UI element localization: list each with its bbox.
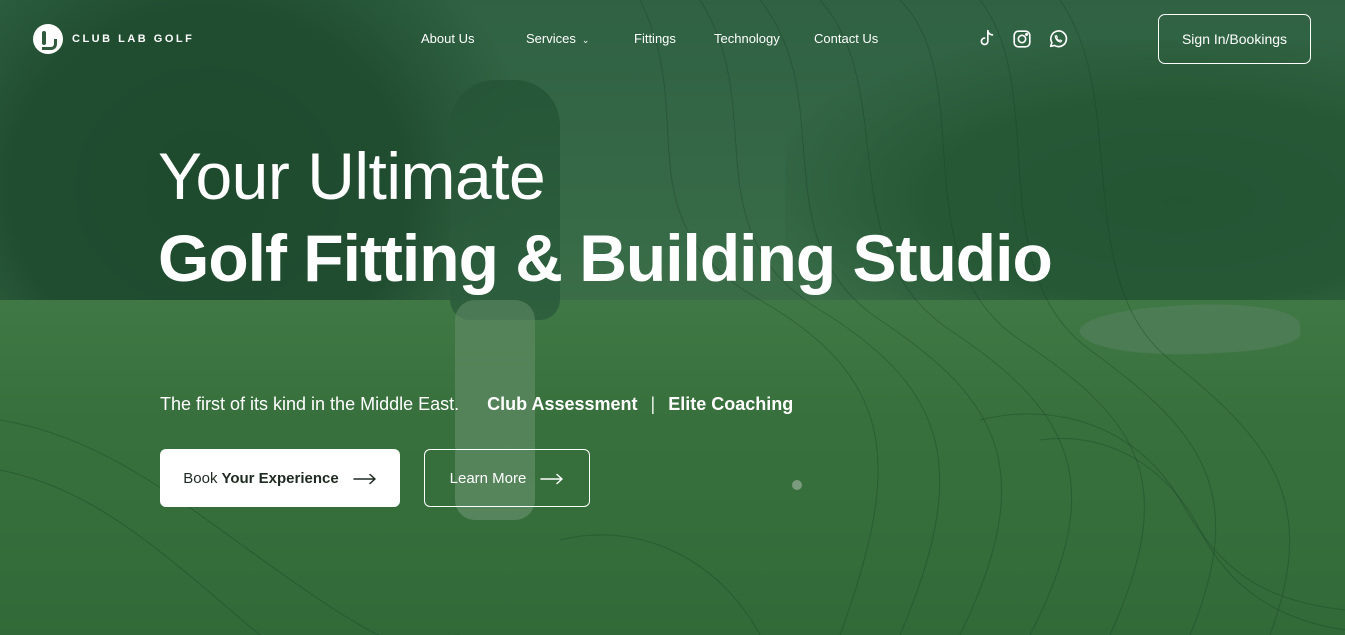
hero-title-line-1: Your Ultimate <box>158 139 546 213</box>
topographic-contour-lines <box>0 0 1345 635</box>
nav-services-label: Services <box>526 31 576 46</box>
nav-services[interactable]: Services ⌄ <box>526 31 589 46</box>
whatsapp-icon[interactable] <box>1047 28 1069 50</box>
nav-technology[interactable]: Technology <box>714 31 780 46</box>
main-nav: About Us Services ⌄ Fittings Technology C… <box>0 31 1345 49</box>
nav-contact-us[interactable]: Contact Us <box>814 31 878 46</box>
book-your-experience-button[interactable]: Book Your Experience <box>160 449 400 507</box>
highlight-elite-coaching: Elite Coaching <box>668 394 794 414</box>
cta-secondary-label: Learn More <box>449 469 527 487</box>
hero-title-line-2: Golf Fitting & Building Studio <box>158 221 1053 295</box>
cta-primary-bold: Your Experience <box>221 469 339 487</box>
tiktok-icon[interactable] <box>975 28 997 50</box>
chevron-down-icon: ⌄ <box>581 35 590 45</box>
tagline-text: The first of its kind in the Middle East… <box>160 394 460 414</box>
hero-tagline: The first of its kind in the Middle East… <box>160 394 793 415</box>
hero-section: CLUB LAB GOLF About Us Services ⌄ Fitting… <box>0 0 1345 635</box>
sign-in-bookings-button[interactable]: Sign In/Bookings <box>1158 14 1311 64</box>
cta-primary-prefix: Book <box>183 469 218 487</box>
arrow-right-icon <box>352 472 377 485</box>
site-header: CLUB LAB GOLF About Us Services ⌄ Fitting… <box>0 0 1345 80</box>
learn-more-button[interactable]: Learn More <box>424 449 590 507</box>
instagram-icon[interactable] <box>1011 28 1033 50</box>
highlight-club-assessment: Club Assessment <box>487 394 638 414</box>
arrow-right-icon <box>540 472 564 485</box>
tagline-separator: | <box>650 394 656 414</box>
nav-about-us[interactable]: About Us <box>421 31 474 46</box>
hero-background-image <box>0 0 1345 635</box>
nav-fittings[interactable]: Fittings <box>634 31 676 46</box>
